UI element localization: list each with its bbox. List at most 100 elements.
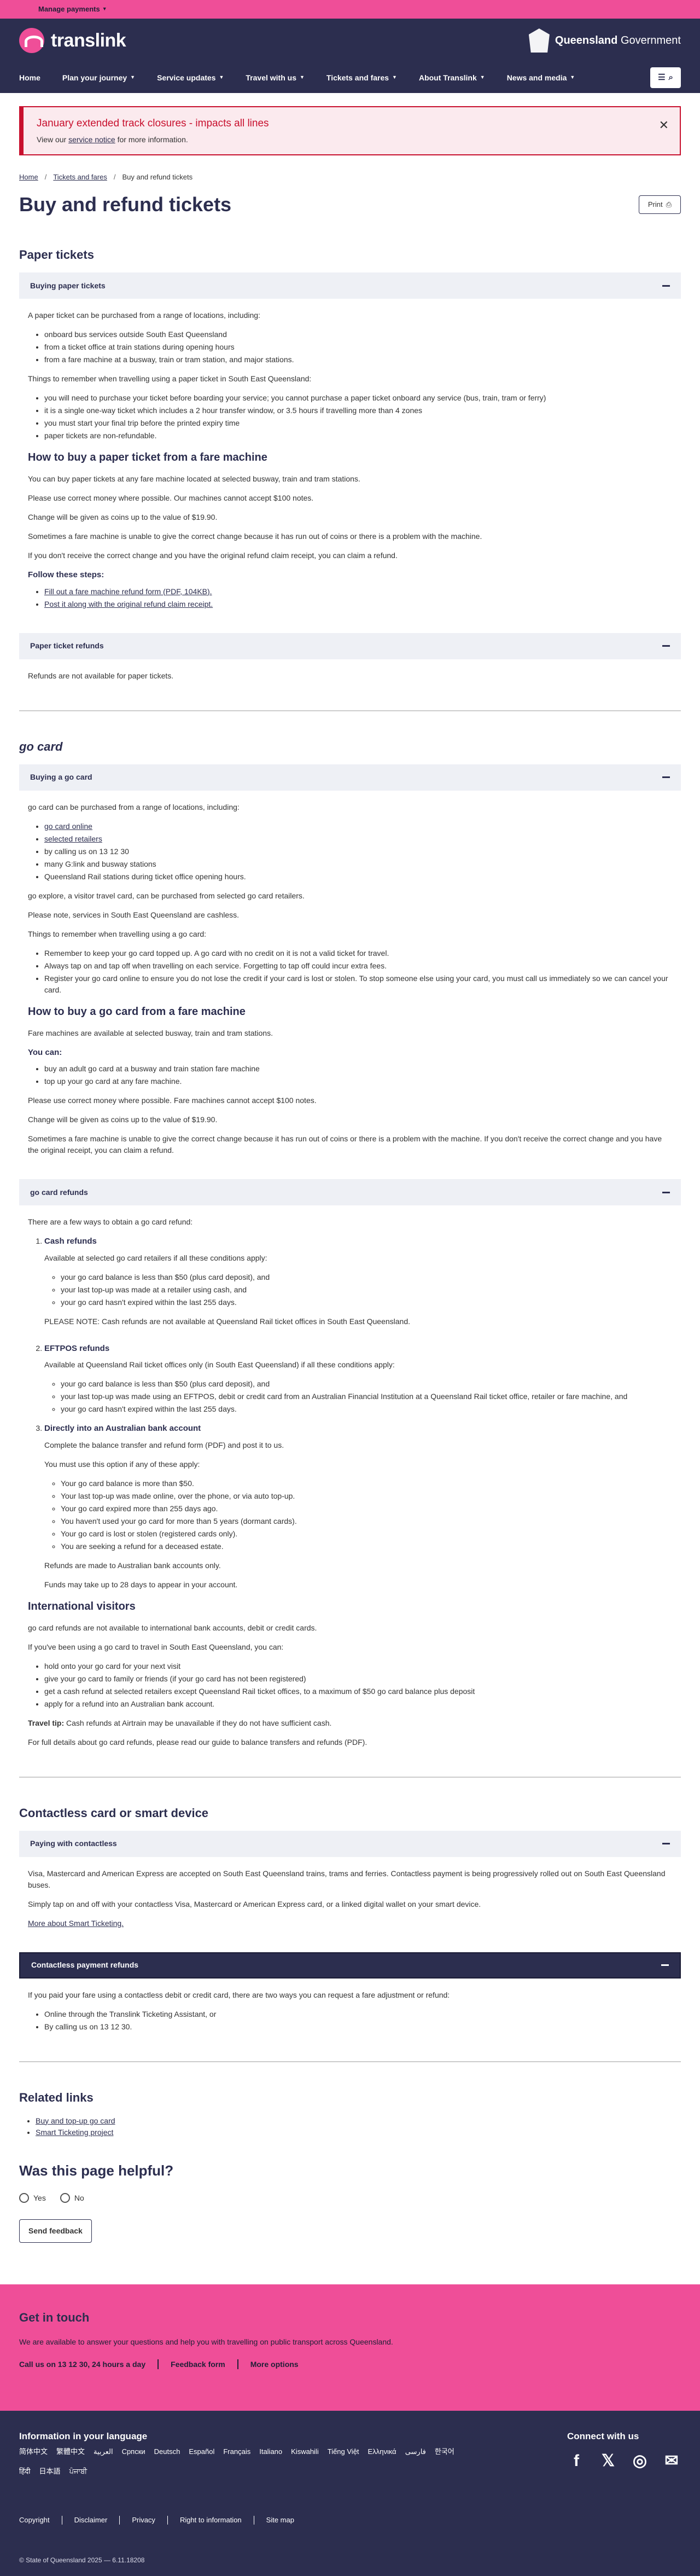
nav-label[interactable]: Service updates xyxy=(157,72,215,84)
divider xyxy=(119,2515,120,2525)
accordion-paying-contactless[interactable]: Paying with contactless xyxy=(19,1830,681,1857)
accordion-paper-refunds[interactable]: Paper ticket refunds xyxy=(19,633,681,659)
accordion-buying-paper[interactable]: Buying paper tickets xyxy=(19,272,681,299)
nav-label[interactable]: News and media xyxy=(507,72,567,84)
divider xyxy=(19,2061,681,2062)
x-icon[interactable]: 𝕏 xyxy=(599,2449,617,2473)
nav-travel-with-us[interactable]: Travel with us ▼ xyxy=(246,72,305,84)
search-button[interactable]: ☰ ⌕ xyxy=(650,67,681,88)
nav-home[interactable]: Home xyxy=(19,72,40,84)
language-link[interactable]: العربية xyxy=(94,2446,113,2457)
more-options-link[interactable]: More options xyxy=(250,2359,299,2370)
language-link[interactable]: فارسی xyxy=(405,2446,426,2457)
language-link[interactable]: Español xyxy=(189,2446,214,2457)
queensland-government-logo[interactable]: Queensland Government xyxy=(528,28,681,53)
cash-list: your go card balance is less than $50 (p… xyxy=(61,1272,672,1308)
language-link[interactable]: Deutsch xyxy=(154,2446,180,2457)
print-button[interactable]: Print ⎙ xyxy=(638,195,681,214)
nav-tickets-and-fares[interactable]: Tickets and fares ▼ xyxy=(326,72,397,84)
site-map-link[interactable]: Site map xyxy=(266,2515,294,2526)
related-link[interactable]: Smart Ticketing project xyxy=(36,2128,113,2137)
accordion-title[interactable]: Paying with contactless xyxy=(30,1838,117,1849)
call-us-link[interactable]: Call us on 13 12 30, 24 hours a day xyxy=(19,2359,145,2370)
nav-service-updates[interactable]: Service updates ▼ xyxy=(157,72,224,84)
radio-circle[interactable] xyxy=(19,2193,29,2203)
go-card-online-link[interactable]: go card online xyxy=(44,822,92,831)
language-link[interactable]: ਪੰਜਾਬੀ xyxy=(69,2466,88,2477)
language-link[interactable]: 日本語 xyxy=(39,2466,61,2477)
accordion-body: Visa, Mastercard and American Express ar… xyxy=(19,1857,681,1952)
can-list: buy an adult go card at a busway and tra… xyxy=(44,1063,672,1087)
accordion-title[interactable]: Buying paper tickets xyxy=(30,280,106,292)
accordion-title[interactable]: Paper ticket refunds xyxy=(30,640,104,652)
collapse-icon xyxy=(661,1964,669,1966)
accordion-title[interactable]: Buying a go card xyxy=(30,771,92,783)
accordion-title[interactable]: go card refunds xyxy=(30,1187,88,1198)
language-link[interactable]: 繁體中文 xyxy=(56,2446,85,2457)
copyright-link[interactable]: Copyright xyxy=(19,2515,50,2526)
accordion-body: If you paid your fare using a contactles… xyxy=(19,1979,681,2056)
nav-about-translink[interactable]: About Translink ▼ xyxy=(419,72,485,84)
rti-link[interactable]: Right to information xyxy=(180,2515,242,2526)
no-radio[interactable]: No xyxy=(60,2192,84,2204)
site-header: translink Queensland Government Home Pla… xyxy=(0,19,700,93)
accordion-buying-go-card[interactable]: Buying a go card xyxy=(19,764,681,791)
collapse-icon xyxy=(662,776,670,778)
manage-payments-label[interactable]: Manage payments xyxy=(38,4,100,15)
language-link[interactable]: हिंदी xyxy=(19,2466,31,2477)
language-link[interactable]: 简体中文 xyxy=(19,2446,48,2457)
accordion-go-card-refunds[interactable]: go card refunds xyxy=(19,1179,681,1205)
language-link[interactable]: 한국어 xyxy=(435,2446,454,2457)
language-link[interactable]: Српски xyxy=(122,2446,145,2457)
instagram-icon[interactable]: ◎ xyxy=(631,2449,649,2473)
nav-label[interactable]: About Translink xyxy=(419,72,477,84)
refund-form-link[interactable]: Fill out a fare machine refund form (PDF… xyxy=(44,587,212,596)
list-item: onboard bus services outside South East … xyxy=(44,329,672,340)
nav-news-and-media[interactable]: News and media ▼ xyxy=(507,72,575,84)
accordion-contactless-refunds[interactable]: Contactless payment refunds xyxy=(19,1952,681,1979)
chevron-down-icon: ▼ xyxy=(299,74,305,80)
manage-payments-bar[interactable]: Manage payments ▼ xyxy=(0,0,700,19)
close-icon[interactable]: ✕ xyxy=(659,116,669,134)
breadcrumb-tickets[interactable]: Tickets and fares xyxy=(53,173,107,181)
subheading: How to buy a paper ticket from a fare ma… xyxy=(28,451,267,463)
email-icon[interactable]: ✉ xyxy=(662,2449,681,2473)
list-item: your go card balance is less than $50 (p… xyxy=(61,1378,672,1390)
service-notice-link[interactable]: service notice xyxy=(68,135,115,144)
nav-label[interactable]: Home xyxy=(19,72,40,84)
language-link[interactable]: Ελληνικά xyxy=(368,2446,396,2457)
list-item: your last top-up was made at a retailer … xyxy=(61,1284,672,1296)
related-link[interactable]: Buy and top-up go card xyxy=(36,2116,115,2125)
facebook-icon[interactable]: f xyxy=(567,2449,586,2473)
chevron-down-icon: ▼ xyxy=(130,74,136,80)
nav-label[interactable]: Tickets and fares xyxy=(326,72,389,84)
list-item: paper tickets are non-refundable. xyxy=(44,430,672,442)
language-link[interactable]: Kiswahili xyxy=(291,2446,319,2457)
nav-label[interactable]: Travel with us xyxy=(246,72,296,84)
translink-logo[interactable]: translink xyxy=(19,27,126,55)
paragraph: Fare machines are available at selected … xyxy=(28,1028,273,1037)
yes-radio[interactable]: Yes xyxy=(19,2192,46,2204)
feedback-form-link[interactable]: Feedback form xyxy=(171,2359,225,2370)
language-link[interactable]: Tiếng Việt xyxy=(328,2446,359,2457)
print-label[interactable]: Print xyxy=(648,199,663,210)
post-link[interactable]: Post it along with the original refund c… xyxy=(44,600,213,608)
privacy-link[interactable]: Privacy xyxy=(132,2515,155,2526)
go-card-remember-list: Remember to keep your go card topped up.… xyxy=(44,948,672,996)
divider xyxy=(237,2359,238,2369)
breadcrumb-home[interactable]: Home xyxy=(19,173,38,181)
language-link[interactable]: Français xyxy=(223,2446,250,2457)
go-card-locations-list: go card online selected retailers by cal… xyxy=(44,821,672,883)
language-link[interactable]: Italiano xyxy=(259,2446,282,2457)
paragraph: Change will be given as coins up to the … xyxy=(28,513,218,521)
disclaimer-link[interactable]: Disclaimer xyxy=(74,2515,108,2526)
gov-text-a: Queensland xyxy=(555,34,618,47)
send-feedback-button[interactable]: Send feedback xyxy=(19,2219,92,2243)
nav-label[interactable]: Plan your journey xyxy=(62,72,127,84)
radio-circle[interactable] xyxy=(60,2193,70,2203)
nav-plan-your-journey[interactable]: Plan your journey ▼ xyxy=(62,72,135,84)
accordion-title[interactable]: Contactless payment refunds xyxy=(31,1959,138,1971)
paragraph: More about Smart Ticketing. xyxy=(28,1918,672,1929)
selected-retailers-link[interactable]: selected retailers xyxy=(44,834,102,843)
smart-ticketing-link[interactable]: More about Smart Ticketing. xyxy=(28,1919,124,1928)
